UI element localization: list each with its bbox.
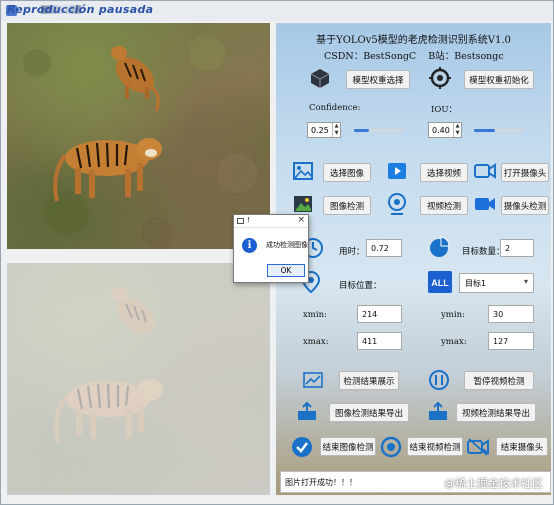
target-position-label: 目标位置： — [339, 281, 382, 291]
original-image-panel — [7, 23, 270, 249]
line-chart-icon — [303, 372, 323, 388]
tiger-photo — [7, 23, 270, 249]
spin-arrows[interactable]: ▲ ▼ — [332, 123, 340, 137]
camera-icon — [474, 163, 496, 179]
confidence-value: 0.25 — [311, 125, 329, 135]
end-video-detect-button[interactable]: 结束视频检测 — [407, 437, 463, 456]
target-count-label: 目标数量： — [462, 247, 505, 257]
camera-detect-button[interactable]: 摄像头检测 — [501, 196, 549, 215]
pie-chart-icon — [430, 236, 450, 257]
export-video-results-button[interactable]: 视频检测结果导出 — [456, 403, 536, 422]
window-title: Reproducción pausada — [7, 3, 154, 16]
iou-value: 0.40 — [432, 125, 450, 135]
dialog-message: 成功检测图像 — [266, 241, 308, 249]
xmax-value: 411 — [357, 332, 402, 350]
video-detect-button[interactable]: 视频检测 — [420, 196, 468, 215]
iou-slider-fill — [474, 129, 495, 132]
export-image-results-button[interactable]: 图像检测结果导出 — [329, 403, 409, 422]
export-image-icon — [298, 401, 316, 420]
confidence-slider[interactable] — [354, 125, 404, 135]
end-image-detect-button[interactable]: 结束图像检测 — [320, 437, 376, 456]
pause-icon — [429, 370, 449, 390]
control-panel: 基于YOLOv5模型的老虎检测识别系统V1.0 CSDN：BestSongC B… — [276, 23, 551, 495]
credits: CSDN：BestSongC B站：Bestsongc — [324, 48, 504, 62]
all-icon: ALL — [428, 271, 452, 293]
ok-button[interactable]: OK — [267, 264, 305, 277]
video-file-icon — [388, 163, 406, 179]
target-select-value: 目标1 — [465, 278, 487, 288]
export-video-icon — [429, 401, 447, 420]
ymax-value: 127 — [488, 332, 534, 350]
app-title: 基于YOLOv5模型的老虎检测识别系统V1.0 — [316, 35, 511, 46]
target-count-value: 2 — [500, 239, 534, 257]
app-window: █▓▒░ ░▒▓ Reproducción pausada 基于YOLOv5模型… — [0, 0, 554, 505]
iou-spinbox[interactable]: 0.40 ▲ ▼ — [428, 122, 462, 138]
end-camera-button[interactable]: 结束摄像头 — [496, 437, 548, 456]
image-detect-icon — [294, 196, 312, 212]
ymax-label: ymax: — [441, 337, 467, 347]
image-icon — [293, 162, 313, 180]
time-label: 用时： — [339, 247, 365, 257]
select-image-button[interactable]: 选择图像 — [323, 163, 371, 182]
confidence-slider-fill — [354, 129, 369, 132]
close-icon[interactable]: × — [297, 215, 305, 225]
webcam-icon — [388, 193, 406, 215]
model-weight-init-button[interactable]: 模型权重初始化 — [464, 70, 534, 89]
tiger-back — [111, 46, 160, 112]
credits-bili: B站：Bestsongc — [428, 51, 504, 62]
show-results-button[interactable]: 检测结果展示 — [339, 371, 399, 390]
dialog-title: ! — [247, 216, 250, 224]
iou-label: IOU： — [431, 105, 457, 115]
video-camera-icon — [475, 198, 495, 210]
success-dialog: ! × i 成功检测图像 OK — [233, 214, 309, 283]
iou-slider[interactable] — [474, 125, 524, 135]
check-circle-icon — [292, 437, 312, 457]
confidence-label: Confidence: — [309, 103, 361, 113]
open-camera-button[interactable]: 打开摄像头 — [501, 163, 549, 182]
result-image-panel — [7, 263, 270, 495]
xmin-value: 214 — [357, 305, 402, 323]
dialog-title-bar: ! × — [234, 215, 308, 228]
stop-record-icon — [380, 436, 402, 458]
credits-csdn: CSDN：BestSongC — [324, 51, 417, 62]
ymin-value: 30 — [488, 305, 534, 323]
confidence-spinbox[interactable]: 0.25 ▲ ▼ — [307, 122, 341, 138]
watermark: @稀土掘金技术社区 — [444, 477, 543, 490]
chevron-down-icon: ▾ — [523, 277, 528, 286]
spin-arrows[interactable]: ▲ ▼ — [453, 123, 461, 137]
svg-text:ALL: ALL — [431, 278, 449, 288]
cube-icon — [310, 69, 330, 88]
time-value: 0.72 — [366, 239, 402, 257]
window-icon — [237, 218, 244, 224]
xmax-label: xmax: — [303, 337, 329, 347]
ymin-label: ymin: — [441, 310, 465, 320]
pause-video-detect-button[interactable]: 暂停视频检测 — [464, 371, 534, 390]
xmin-label: xmin: — [303, 310, 327, 320]
select-video-button[interactable]: 选择视频 — [420, 163, 468, 182]
target-select[interactable]: 目标1 ▾ — [459, 273, 534, 293]
camera-off-icon — [467, 438, 489, 456]
image-detect-button[interactable]: 图像检测 — [323, 196, 371, 215]
target-icon — [429, 67, 451, 89]
model-weight-select-button[interactable]: 模型权重选择 — [346, 70, 410, 89]
info-icon: i — [242, 238, 257, 253]
title-bar: █▓▒░ ░▒▓ Reproducción pausada — [1, 1, 553, 21]
